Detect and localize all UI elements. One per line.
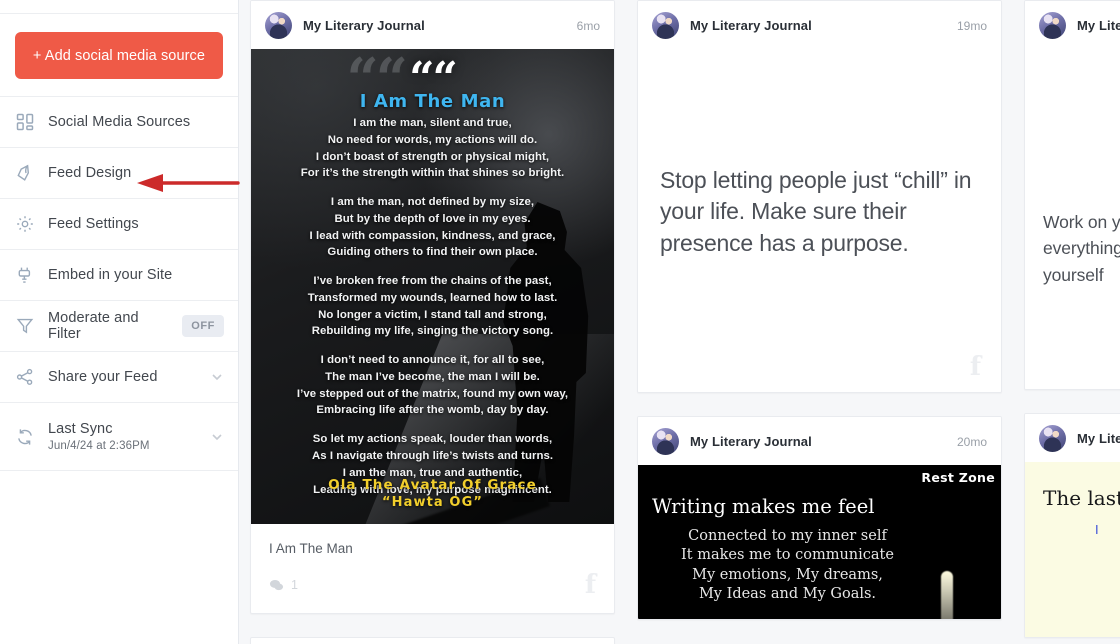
sidebar-item-share-your-feed[interactable]: Share your Feed — [0, 352, 238, 403]
post-image-writing[interactable]: Rest Zone Writing makes me feel Connecte… — [638, 465, 1001, 619]
post-account-name: My Litera — [1077, 18, 1120, 33]
poem-title: I Am The Man — [359, 91, 506, 112]
last-time-subtext: I — [1095, 522, 1099, 537]
poem-stanza: I’ve broken free from the chains of the … — [307, 275, 558, 338]
writing-post-title: Writing makes me feel — [652, 495, 875, 518]
gear-icon — [14, 213, 36, 235]
post-account-name: My Literary Journal — [690, 18, 812, 33]
watermark-rest-zone: Rest Zone — [921, 470, 995, 485]
post-caption: I Am The Man — [269, 541, 353, 556]
sidebar-item-label: Feed Design — [48, 165, 132, 181]
sidebar-item-moderate-and-filter[interactable]: Moderate and Filter OFF — [0, 301, 238, 352]
sidebar-top-divider — [0, 0, 238, 14]
poem-stanza: I don’t need to announce it, for all to … — [296, 354, 569, 417]
facebook-icon: f — [584, 570, 596, 600]
post-image-poem[interactable]: ““ ““ I Am The Man I am the man, silent … — [251, 49, 614, 524]
post-timestamp: 6mo — [576, 18, 600, 33]
comment-count: 1 — [291, 578, 298, 592]
poem-body: I am the man, silent and true, No need f… — [251, 115, 614, 510]
post-footer: 1 f — [251, 556, 614, 613]
writing-post-block: Connected to my inner self It makes me t… — [681, 528, 894, 602]
post-timestamp: 20mo — [956, 434, 987, 449]
plug-icon — [14, 264, 36, 286]
last-time-title: The last tim — [1043, 486, 1120, 510]
sidebar-item-label: Share your Feed — [48, 369, 158, 385]
poem-signature-name: Ola The Avatar Of Grace — [328, 477, 537, 493]
poem-signature: Ola The Avatar Of Grace “Hawta OG” — [251, 477, 614, 510]
post-account-name: My Literary Journal — [303, 18, 425, 33]
avatar — [1039, 425, 1066, 452]
post-card-next-partial[interactable] — [250, 637, 615, 644]
post-header: My Litera — [1025, 414, 1120, 462]
facebook-icon: f — [969, 352, 981, 382]
sidebar-item-social-media-sources[interactable]: Social Media Sources — [0, 97, 238, 148]
feed-column-3: My Litera Work on yo everything yourself… — [1024, 0, 1120, 638]
funnel-icon — [14, 315, 36, 337]
poem-stanza: I am the man, silent and true, No need f… — [300, 117, 565, 180]
avatar — [1039, 12, 1066, 39]
add-social-media-source-button[interactable]: + Add social media source — [15, 32, 223, 79]
sidebar-item-label: Embed in your Site — [48, 267, 173, 283]
post-text-body: Work on yo everything yourself — [1025, 49, 1120, 389]
comment-count-group[interactable]: 1 — [269, 578, 298, 593]
feed-preview-area: My Literary Journal 6mo ““ ““ I Am The M… — [239, 0, 1120, 644]
quote-text: Stop letting people just “chill” in your… — [660, 167, 972, 256]
post-header: My Literary Journal 6mo — [251, 1, 614, 49]
chevron-down-icon[interactable] — [210, 430, 224, 444]
post-card-writing[interactable]: My Literary Journal 20mo Rest Zone Writi… — [637, 416, 1002, 620]
post-card-poem[interactable]: My Literary Journal 6mo ““ ““ I Am The M… — [250, 0, 615, 614]
quote-text: Work on yo everything yourself — [1043, 212, 1120, 285]
poem-signature-alias: “Hawta OG” — [382, 495, 483, 510]
avatar — [265, 12, 292, 39]
sidebar-item-label: Social Media Sources — [48, 114, 191, 130]
share-nodes-icon — [14, 366, 36, 388]
sidebar-item-embed-in-your-site[interactable]: Embed in your Site — [0, 250, 238, 301]
post-card-chill-quote[interactable]: My Literary Journal 19mo Stop letting pe… — [637, 0, 1002, 393]
sidebar-item-last-sync[interactable]: Last Sync Jun/4/24 at 2:36PM — [0, 403, 238, 471]
candle-decoration — [941, 571, 953, 619]
post-card-work-on-yourself[interactable]: My Litera Work on yo everything yourself — [1024, 0, 1120, 390]
sidebar-item-label: Last Sync — [48, 421, 113, 437]
sidebar-item-label: Moderate and Filter — [48, 310, 139, 342]
last-sync-text-group: Last Sync Jun/4/24 at 2:36PM — [48, 421, 150, 452]
last-sync-timestamp: Jun/4/24 at 2:36PM — [48, 440, 150, 452]
comment-icon — [269, 579, 284, 590]
add-source-section: + Add social media source — [0, 14, 238, 97]
moderate-filter-status-badge[interactable]: OFF — [182, 315, 224, 337]
sync-icon — [14, 426, 36, 448]
feed-column-1: My Literary Journal 6mo ““ ““ I Am The M… — [250, 0, 615, 644]
post-header: My Litera — [1025, 1, 1120, 49]
sidebar-item-label: Feed Settings — [48, 216, 139, 232]
feed-column-2: My Literary Journal 19mo Stop letting pe… — [637, 0, 1002, 620]
post-timestamp: 19mo — [956, 18, 987, 33]
post-text-body: Stop letting people just “chill” in your… — [638, 49, 1001, 392]
avatar — [652, 12, 679, 39]
avatar — [652, 428, 679, 455]
poem-stanza: I am the man, not defined by my size, Bu… — [309, 196, 556, 259]
app-root: + Add social media source Social Media S… — [0, 0, 1120, 644]
post-account-name: My Literary Journal — [690, 434, 812, 449]
post-header: My Literary Journal 19mo — [638, 1, 1001, 49]
post-image-last-time[interactable]: The last tim I — [1025, 462, 1120, 637]
post-account-name: My Litera — [1077, 431, 1120, 446]
post-card-last-time[interactable]: My Litera The last tim I — [1024, 413, 1120, 638]
paint-roller-icon — [14, 162, 36, 184]
post-header: My Literary Journal 20mo — [638, 417, 1001, 465]
grid-icon — [14, 111, 36, 133]
writing-post-block: It allows me to keep track — [638, 617, 937, 619]
chevron-down-icon[interactable] — [210, 370, 224, 384]
sidebar-item-feed-design[interactable]: Feed Design — [0, 148, 238, 199]
sidebar-item-feed-settings[interactable]: Feed Settings — [0, 199, 238, 250]
sidebar: + Add social media source Social Media S… — [0, 0, 239, 644]
